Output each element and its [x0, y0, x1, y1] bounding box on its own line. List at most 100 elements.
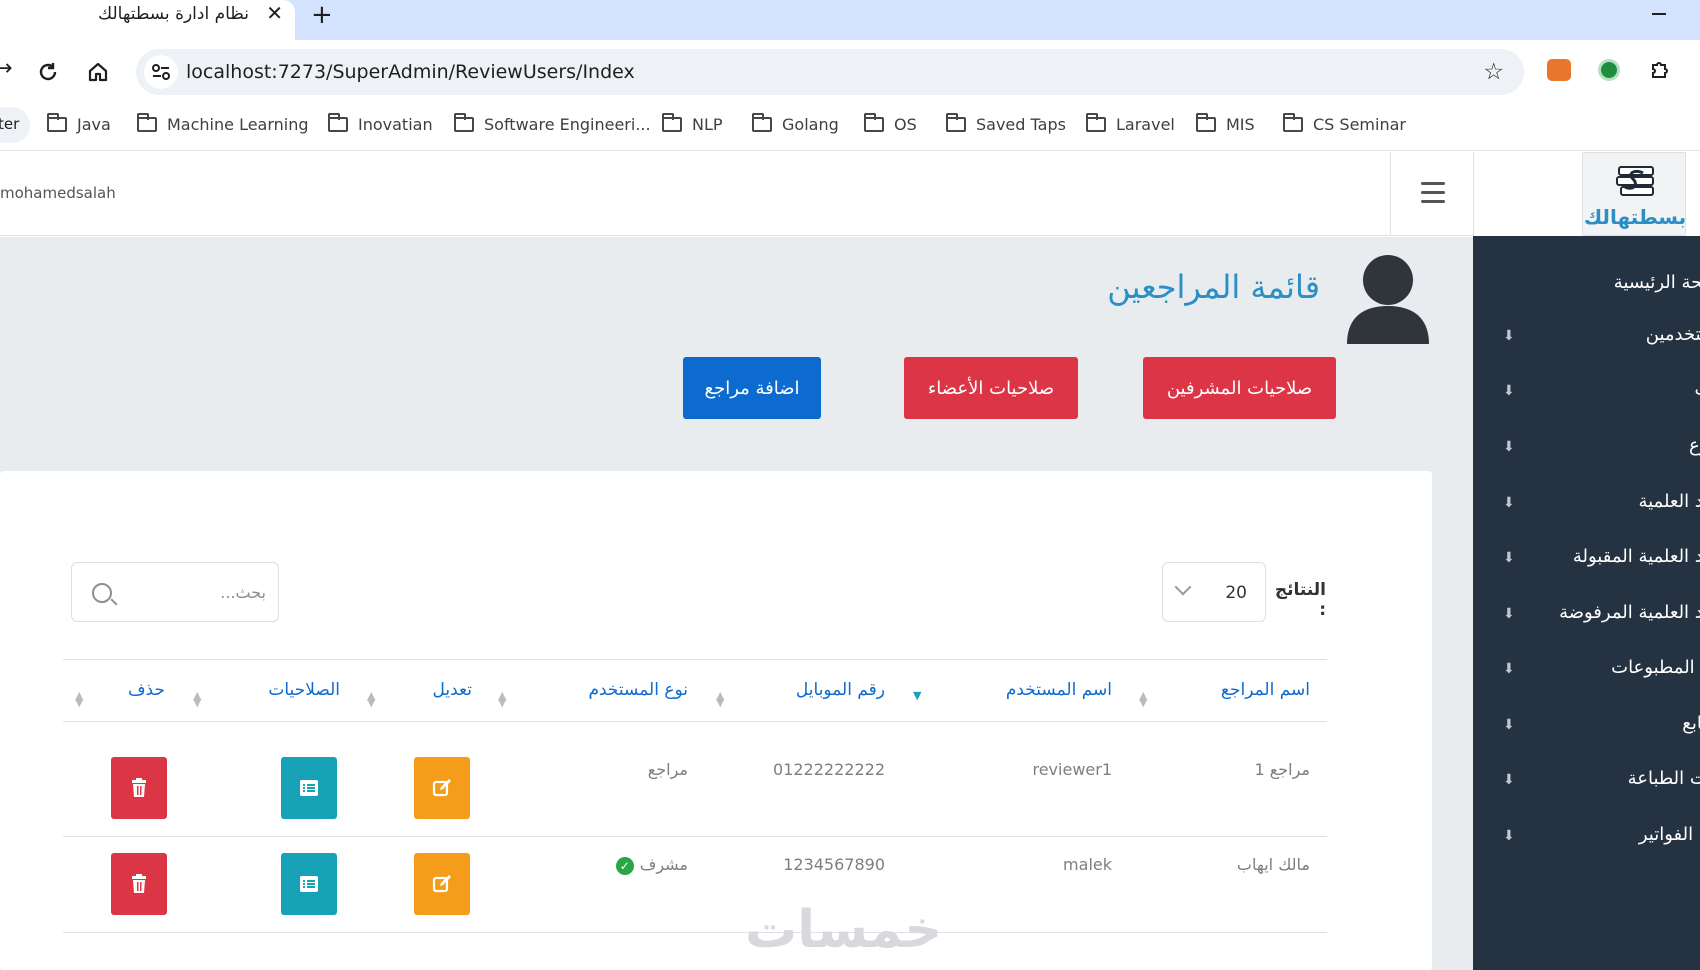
- user-type-label: مشرف: [639, 855, 688, 874]
- sort-icon[interactable]: ▲ ▼: [193, 690, 201, 708]
- column-header-edit[interactable]: تعديل: [400, 680, 472, 700]
- results-label: النتائج :: [1274, 580, 1326, 620]
- sidebar-item-branches[interactable]: الفروع ⬇: [1473, 421, 1700, 477]
- folder-icon: [1086, 112, 1106, 132]
- metamask-extension-icon[interactable]: [1547, 59, 1571, 81]
- logo-text: بسطتهالك: [1583, 205, 1687, 229]
- sort-icon[interactable]: ▲ ▼: [75, 690, 83, 708]
- sidebar-item-rejected-materials[interactable]: المواد العلمية المرفوضة ⬇: [1473, 588, 1700, 644]
- permissions-button[interactable]: [281, 757, 337, 819]
- extension-icon[interactable]: [1598, 59, 1620, 81]
- page-size-select[interactable]: 20: [1162, 562, 1266, 622]
- sidebar-item-print-distribution[interactable]: توزيع المطبوعات ⬇: [1473, 643, 1700, 699]
- column-header-username[interactable]: اسم المستخدم: [940, 680, 1112, 700]
- bookmark-saved-taps[interactable]: Saved Taps: [946, 112, 1066, 136]
- edit-button[interactable]: [414, 757, 470, 819]
- arrow-down-icon: ⬇: [1503, 772, 1515, 788]
- bookmark-laravel[interactable]: Laravel: [1086, 112, 1175, 136]
- page-title: قائمة المراجعين: [1107, 268, 1320, 306]
- folder-icon: [47, 112, 67, 132]
- permissions-button[interactable]: [281, 853, 337, 915]
- sort-icon[interactable]: ▲ ▼: [716, 690, 724, 708]
- bookmark-software-engineering[interactable]: Software Engineeri...: [454, 112, 651, 136]
- column-header-mobile[interactable]: رقم الموبايل: [740, 680, 885, 700]
- tab-title: نظام ادارة بسطتهالك: [98, 4, 249, 24]
- folder-icon: [1283, 112, 1303, 132]
- arrow-down-icon: ⬇: [1503, 717, 1515, 733]
- sort-desc-icon[interactable]: ▼: [913, 690, 921, 701]
- logo[interactable]: بسطتهالك: [1582, 152, 1686, 236]
- member-permissions-button[interactable]: صلاحيات الأعضاء: [904, 357, 1078, 419]
- sidebar-item-label: الكتب: [1493, 379, 1700, 400]
- folder-icon: [946, 112, 966, 132]
- new-tab-icon[interactable]: +: [311, 0, 333, 30]
- close-icon[interactable]: ✕: [266, 1, 283, 25]
- address-bar[interactable]: localhost:7273/SuperAdmin/ReviewUsers/In…: [136, 49, 1524, 95]
- books-logo-icon: [1616, 166, 1654, 196]
- bookmark-machine-learning[interactable]: Machine Learning: [137, 112, 309, 136]
- arrow-down-icon: ⬇: [1503, 606, 1515, 622]
- search-input[interactable]: [116, 575, 266, 609]
- supervisor-permissions-button[interactable]: صلاحيات المشرفين: [1143, 357, 1336, 419]
- cell-reviewer-name: مالك ايهاب: [1236, 855, 1310, 874]
- browser-tab[interactable]: نظام ادارة بسطتهالك ✕: [0, 0, 295, 40]
- search-icon[interactable]: [92, 583, 112, 603]
- cell-user-type: مراجع: [647, 760, 688, 779]
- bookmark-star-icon[interactable]: ☆: [1483, 59, 1504, 85]
- folder-icon: [752, 112, 772, 132]
- sort-icon[interactable]: ▲ ▼: [367, 690, 375, 708]
- arrow-down-icon: ⬇: [1503, 828, 1515, 844]
- column-header-reviewer-name[interactable]: اسم المراجع: [1160, 680, 1310, 700]
- sidebar-item-label: المواد العلمية المرفوضة: [1559, 602, 1700, 623]
- username-label[interactable]: mohamedsalah: [0, 184, 116, 202]
- sidebar-item-label: المواد العلمية: [1638, 491, 1700, 512]
- forward-icon[interactable]: →: [0, 56, 12, 81]
- delete-button[interactable]: [111, 853, 167, 915]
- edit-button[interactable]: [414, 853, 470, 915]
- cell-mobile: 01222222222: [773, 760, 885, 779]
- add-reviewer-button[interactable]: اضافة مراجع: [683, 357, 821, 419]
- column-header-delete[interactable]: حذف: [110, 680, 165, 700]
- sidebar-item-label: المستخدمين: [1645, 324, 1700, 345]
- sidebar-item-users[interactable]: المستخدمين ⬇: [1473, 310, 1700, 366]
- trash-icon: [132, 874, 146, 893]
- sort-icon[interactable]: ▲ ▼: [498, 690, 506, 708]
- bookmark-cs-seminar[interactable]: CS Seminar: [1283, 112, 1406, 136]
- arrow-down-icon: ⬇: [1503, 661, 1515, 677]
- column-header-permissions[interactable]: الصلاحيات: [230, 680, 340, 700]
- bookmark-nlp[interactable]: NLP: [662, 112, 723, 136]
- sidebar-item-print-requests[interactable]: طلبات الطباعة ⬇: [1473, 754, 1700, 810]
- sidebar-item-label: المواد العلمية المقبولة: [1572, 546, 1700, 567]
- hamburger-icon-line: [1421, 200, 1445, 203]
- folder-icon: [137, 112, 157, 132]
- verified-check-icon: ✓: [615, 856, 634, 875]
- bookmark-inovatian[interactable]: Inovatian: [328, 112, 433, 136]
- home-icon[interactable]: [86, 60, 110, 84]
- sidebar-item-invoices[interactable]: قائمة الفواتير ⬇: [1473, 810, 1700, 866]
- watermark: خمسات: [745, 900, 943, 960]
- bookmark-golang[interactable]: Golang: [752, 112, 839, 136]
- bookmark-java[interactable]: Java: [47, 112, 111, 136]
- edit-icon: [432, 875, 451, 893]
- chevron-down-icon: [1174, 578, 1192, 596]
- sidebar-item-books[interactable]: الكتب ⬇: [1473, 365, 1700, 421]
- search-box[interactable]: [71, 562, 279, 622]
- bookmark-os[interactable]: OS: [864, 112, 917, 136]
- site-settings-icon[interactable]: [144, 55, 178, 89]
- arrow-down-icon: ⬇: [1503, 328, 1515, 344]
- sidebar-item-materials[interactable]: المواد العلمية ⬇: [1473, 477, 1700, 533]
- list-icon: [300, 780, 318, 796]
- bookmark-mis[interactable]: MIS: [1196, 112, 1255, 136]
- sidebar-item-accepted-materials[interactable]: المواد العلمية المقبولة ⬇: [1473, 532, 1700, 588]
- sidebar: الصفحة الرئيسية المستخدمين ⬇ الكتب ⬇ الف…: [1473, 236, 1700, 970]
- menu-toggle-button[interactable]: [1390, 152, 1473, 236]
- column-header-user-type[interactable]: نوع المستخدم: [540, 680, 688, 700]
- minimize-icon[interactable]: [1652, 13, 1666, 15]
- reload-icon[interactable]: [36, 60, 60, 84]
- sidebar-item-home[interactable]: الصفحة الرئيسية: [1473, 258, 1700, 314]
- sidebar-item-printers[interactable]: المطابع ⬇: [1473, 699, 1700, 755]
- sort-icon[interactable]: ▲ ▼: [1139, 690, 1147, 708]
- delete-button[interactable]: [111, 757, 167, 819]
- extensions-puzzle-icon[interactable]: [1648, 58, 1672, 82]
- url-text[interactable]: localhost:7273/SuperAdmin/ReviewUsers/In…: [186, 61, 635, 83]
